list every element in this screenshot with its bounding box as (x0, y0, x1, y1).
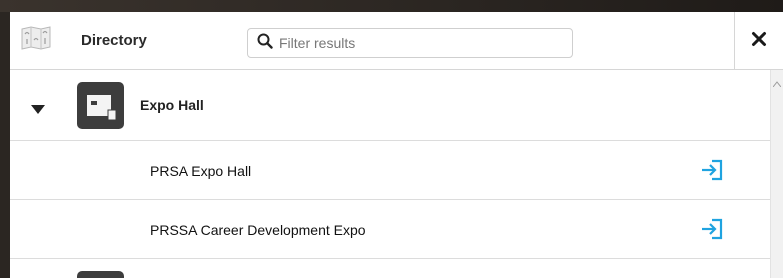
category-label: Expo Hall (140, 97, 204, 113)
list-item-label: PRSSA Career Development Expo (150, 222, 366, 238)
expo-hall-icon (77, 82, 124, 129)
search-icon (257, 33, 273, 54)
directory-panel: Directory Filter results Expo Hall PRSA … (10, 12, 783, 278)
directory-title: Directory (81, 32, 147, 49)
directory-list: Expo Hall PRSA Expo Hall PRSSA Career De… (10, 70, 770, 278)
list-item[interactable]: PRSSA Career Development Expo (10, 200, 770, 259)
caret-down-icon[interactable] (31, 101, 45, 119)
category-icon (77, 271, 124, 278)
enter-icon[interactable] (700, 159, 724, 186)
scroll-up-arrow-icon[interactable] (772, 74, 782, 92)
category-row-partial[interactable] (10, 259, 770, 278)
list-item-label: PRSA Expo Hall (150, 163, 252, 179)
map-icon (21, 26, 51, 50)
background-strip (0, 0, 783, 12)
close-button[interactable] (734, 12, 783, 70)
scrollbar[interactable] (770, 70, 783, 278)
directory-header: Directory (10, 12, 783, 70)
enter-icon[interactable] (700, 218, 724, 245)
category-row-expo-hall[interactable]: Expo Hall (10, 70, 770, 141)
list-item[interactable]: PRSA Expo Hall (10, 141, 770, 200)
close-icon (751, 31, 767, 52)
search-input[interactable] (279, 35, 559, 51)
search-box[interactable] (247, 28, 573, 58)
